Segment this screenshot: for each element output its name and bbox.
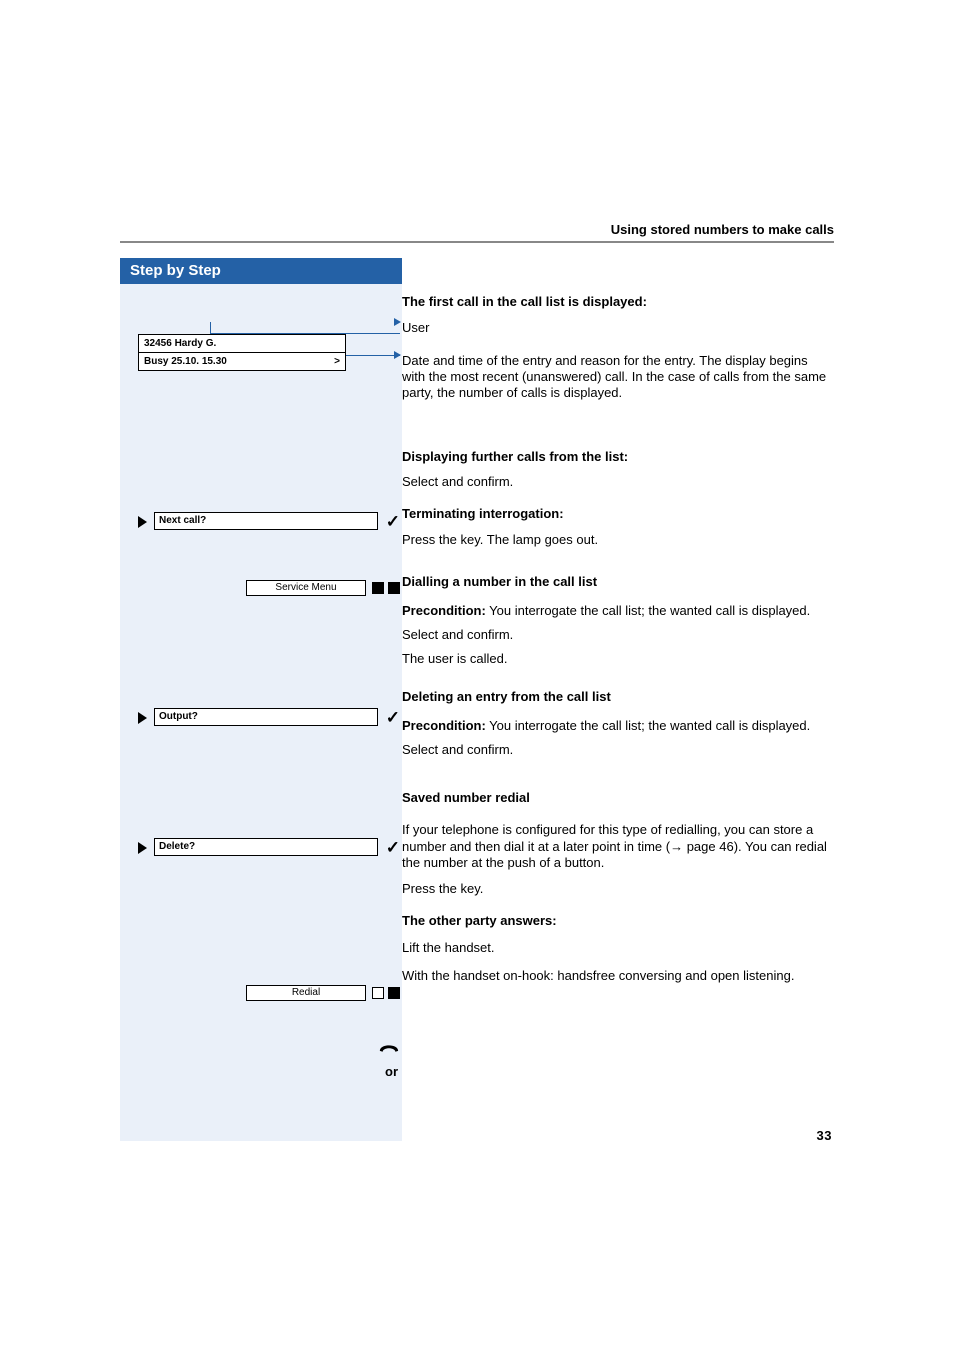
handsfree-text: With the handset on-hook: handsfree conv…: [402, 968, 834, 984]
saved-redial-body: If your telephone is configured for this…: [402, 822, 834, 871]
select-confirm-2: Select and confirm.: [402, 627, 834, 643]
terminating-heading: Terminating interrogation:: [402, 506, 834, 522]
select-confirm-1: Select and confirm.: [402, 474, 834, 490]
display-line-datetime: Busy 25.10. 15.30 >: [139, 352, 345, 370]
page-header: Using stored numbers to make calls: [120, 222, 834, 243]
page-header-title: Using stored numbers to make calls: [120, 222, 834, 237]
further-calls-heading: Displaying further calls from the list:: [402, 449, 834, 465]
lamp-icon: [372, 582, 384, 594]
menu-item-label: Delete?: [154, 838, 378, 856]
precondition-label: Precondition:: [402, 718, 486, 733]
select-triangle-icon: [138, 842, 147, 854]
precondition-text: You interrogate the call list; the wante…: [486, 718, 810, 733]
page-number: 33: [817, 1128, 832, 1143]
confirm-check-icon: ✓: [386, 512, 400, 532]
press-key: Press the key.: [402, 881, 834, 897]
phone-display-box: 32456 Hardy G. Busy 25.10. 15.30 >: [138, 334, 346, 371]
key-service-menu[interactable]: Service Menu: [138, 580, 400, 598]
sidebar-title: Step by Step: [120, 258, 402, 284]
select-triangle-icon: [138, 712, 147, 724]
menu-item-label: Output?: [154, 708, 378, 726]
lift-handset: Lift the handset.: [402, 940, 834, 956]
arrow-head-icon: [394, 318, 401, 326]
key-label: Service Menu: [246, 580, 366, 596]
select-confirm-3: Select and confirm.: [402, 742, 834, 758]
precondition-deleting: Precondition: You interrogate the call l…: [402, 718, 834, 734]
other-party-heading: The other party answers:: [402, 913, 834, 929]
precondition-label: Precondition:: [402, 603, 486, 618]
display-busy-text: Busy 25.10. 15.30: [144, 356, 227, 367]
user-label: User: [402, 320, 834, 336]
arrow-line-v: [210, 322, 211, 334]
confirm-check-icon: ✓: [386, 838, 400, 858]
or-label: or: [385, 1064, 398, 1079]
key-label: Redial: [246, 985, 366, 1001]
arrow-line: [210, 333, 400, 334]
arrow-line-2: [346, 355, 400, 356]
lamp-off-icon: [372, 987, 384, 999]
key-button-icon: [388, 582, 400, 594]
sidebar-body: 32456 Hardy G. Busy 25.10. 15.30 > Next …: [120, 284, 402, 1141]
arrow-right-icon: →: [670, 839, 683, 854]
confirm-check-icon: ✓: [386, 708, 400, 728]
menu-item-next-call[interactable]: Next call? ✓: [138, 512, 400, 532]
display-more-indicator: >: [334, 356, 340, 367]
first-call-heading: The first call in the call list is displ…: [402, 294, 834, 310]
precondition-dialling: Precondition: You interrogate the call l…: [402, 603, 834, 619]
precondition-text: You interrogate the call list; the wante…: [486, 603, 810, 618]
content-column: The first call in the call list is displ…: [402, 284, 834, 984]
deleting-heading: Deleting an entry from the call list: [402, 689, 834, 705]
arrow-head-icon: [394, 351, 401, 359]
display-line-user: 32456 Hardy G.: [139, 335, 345, 352]
key-redial[interactable]: Redial: [138, 985, 400, 1003]
menu-item-output[interactable]: Output? ✓: [138, 708, 400, 728]
menu-item-label: Next call?: [154, 512, 378, 530]
menu-item-delete[interactable]: Delete? ✓: [138, 838, 400, 858]
user-called: The user is called.: [402, 651, 834, 667]
saved-redial-heading: Saved number redial: [402, 790, 834, 806]
dialling-heading: Dialling a number in the call list: [402, 574, 834, 590]
select-triangle-icon: [138, 516, 147, 528]
handset-icon: [378, 1038, 400, 1054]
key-button-icon: [388, 987, 400, 999]
press-key-lamp: Press the key. The lamp goes out.: [402, 532, 834, 548]
entry-description: Date and time of the entry and reason fo…: [402, 353, 834, 402]
